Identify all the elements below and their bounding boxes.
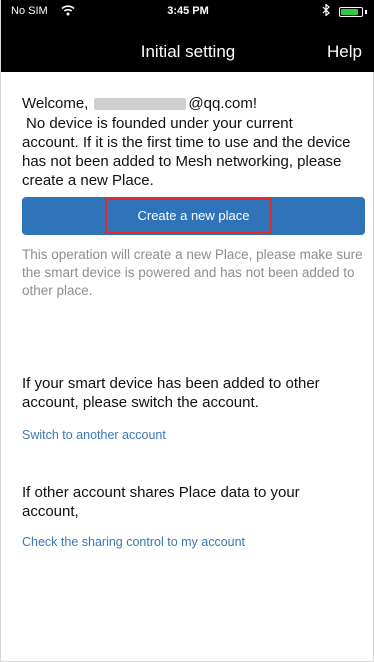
battery-icon	[339, 7, 363, 17]
operation-description: This operation will create a new Place, …	[22, 247, 363, 298]
battery-level-fill	[341, 9, 358, 15]
share-info-text: If other account shares Place data to yo…	[22, 484, 300, 520]
create-new-place-button[interactable]: Create a new place	[22, 197, 365, 235]
help-button[interactable]: Help	[327, 42, 362, 62]
welcome-email-suffix: @qq.com!	[188, 95, 258, 112]
page-title: Initial setting	[140, 42, 236, 61]
notice-first-line: No device is founded under your current	[26, 115, 293, 132]
switch-account-link[interactable]: Switch to another account	[22, 428, 166, 442]
welcome-message: Welcome, @qq.com!	[22, 94, 362, 114]
masked-account-name	[94, 98, 187, 110]
status-bar: No SIM 3:45 PM	[1, 0, 374, 24]
sharing-control-link[interactable]: Check the sharing control to my account	[22, 535, 245, 549]
bluetooth-icon	[322, 4, 330, 16]
top-bar: No SIM 3:45 PM Initial setting Help	[1, 0, 374, 72]
status-time: 3:45 PM	[167, 5, 209, 17]
welcome-prefix: Welcome,	[22, 95, 89, 112]
battery-tip	[365, 10, 367, 14]
switch-account-text: If your smart device has been added to o…	[22, 375, 320, 411]
initial-setting-screen: No SIM 3:45 PM Initial setting Help Welc…	[0, 0, 374, 662]
no-device-notice: No device is founded under your current …	[22, 114, 367, 190]
notice-body: account. If it is the first time to use …	[22, 134, 351, 189]
